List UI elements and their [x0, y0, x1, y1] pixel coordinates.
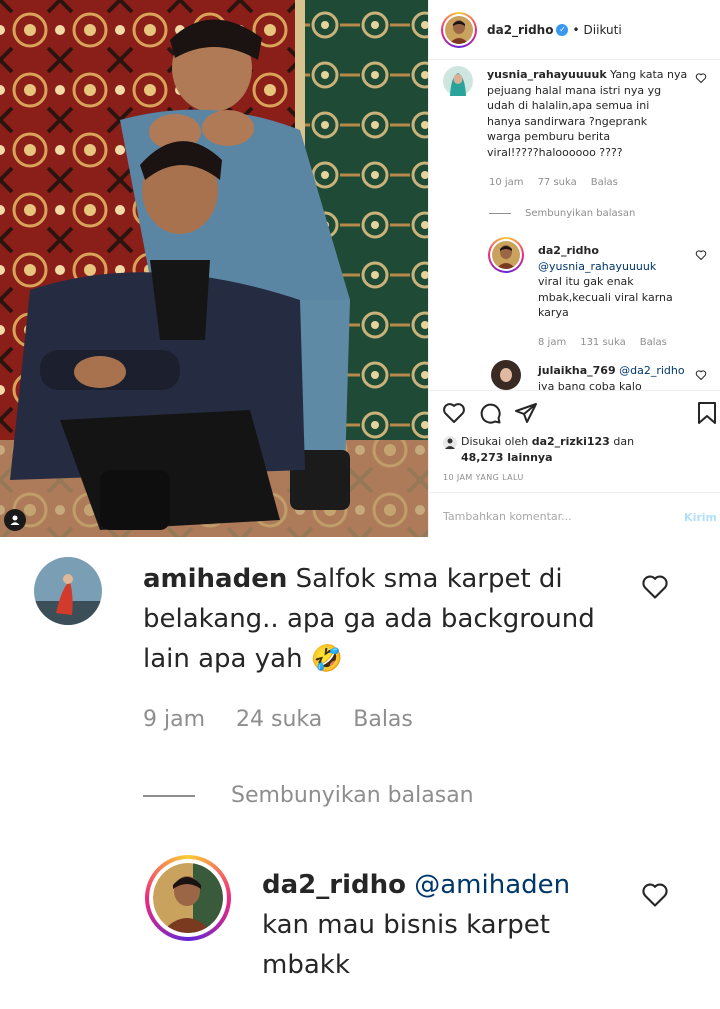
heart-icon[interactable]: [641, 573, 669, 601]
reply-meta: 8 jam 131 suka Balas: [538, 337, 681, 348]
comment-line: warga pemburu berita: [487, 130, 611, 143]
comment-line: Yang kata nya: [610, 68, 688, 81]
avatar[interactable]: [34, 557, 102, 625]
likes-prefix: Disukai oleh: [461, 435, 529, 448]
reply-line: viral itu gak enak: [538, 275, 634, 288]
comment-time: 10 jam: [489, 177, 524, 188]
avatar[interactable]: [443, 66, 473, 96]
bookmark-icon[interactable]: [696, 401, 718, 425]
likes-user[interactable]: da2_rizki123: [532, 435, 610, 448]
reply-time: 8 jam: [538, 337, 567, 348]
post-actions: Disukai oleh da2_rizki123 dan 48,273 lai…: [429, 390, 720, 500]
comment-line: pejuang halal mana istri nya yg: [487, 83, 662, 97]
comment-text: yusnia_rahayuuuuk Yang kata nya pejuang …: [487, 67, 697, 160]
post-photo[interactable]: [0, 0, 428, 537]
avatar: [443, 436, 457, 450]
heart-icon[interactable]: [695, 249, 707, 261]
reply-username[interactable]: da2_ridho: [262, 870, 406, 900]
comment-text: amihaden Salfok sma karpet di belakang..…: [143, 559, 623, 679]
post-comment-button[interactable]: Kirim: [684, 511, 717, 524]
comment-likes[interactable]: 77 suka: [538, 177, 577, 188]
add-comment-bar: Kirim: [429, 492, 720, 537]
reply-mention[interactable]: @da2_ridho: [619, 364, 684, 377]
hide-replies-button[interactable]: Sembunyikan balasan: [143, 783, 474, 808]
comment-line: hanya sandirwara ?ngeprank: [487, 114, 648, 128]
verified-icon: ✓: [556, 23, 569, 36]
share-icon[interactable]: [514, 401, 538, 425]
comment-line: udah di halalin,apa semua ini: [487, 99, 650, 112]
reply-mention[interactable]: @yusnia_rahayuuuuk: [538, 260, 656, 273]
likes-summary: Disukai oleh da2_rizki123 dan 48,273 lai…: [443, 434, 693, 466]
reply-line: karya: [538, 306, 569, 319]
reply-text: da2_ridho @amihaden kan mau bisnis karpe…: [262, 865, 622, 985]
reply-text: da2_ridho @yusnia_rahayuuuuk viral itu g…: [538, 243, 698, 321]
heart-icon[interactable]: [641, 881, 669, 909]
comment-line: viral!????haloooooo ????: [487, 145, 623, 159]
avatar[interactable]: [145, 855, 231, 941]
zoomed-comment-section: amihaden Salfok sma karpet di belakang..…: [0, 537, 720, 1009]
heart-icon[interactable]: [695, 72, 707, 84]
reply-username[interactable]: da2_ridho: [538, 244, 599, 257]
reply-line: mbakk: [262, 950, 350, 980]
avatar[interactable]: [491, 360, 521, 390]
reply-mention[interactable]: @amihaden: [414, 870, 570, 900]
post-header: da2_ridho ✓ • Diikuti: [429, 0, 720, 60]
post-side-panel: da2_ridho ✓ • Diikuti yusnia_rahayuuuuk …: [428, 0, 720, 537]
post-photo-image: [0, 0, 428, 537]
likes-count[interactable]: 48,273 lainnya: [461, 451, 553, 464]
reply-line: mbak,kecuali viral karna: [538, 290, 673, 304]
comment-icon[interactable]: [478, 401, 502, 425]
comments-list: yusnia_rahayuuuuk Yang kata nya pejuang …: [429, 60, 720, 390]
separator-dot: •: [572, 22, 580, 37]
heart-icon[interactable]: [695, 369, 707, 381]
comment-meta: 10 jam 77 suka Balas: [489, 177, 632, 188]
reply-likes[interactable]: 131 suka: [580, 337, 626, 348]
follow-status-button[interactable]: Diikuti: [584, 23, 622, 37]
hide-replies-button[interactable]: Sembunyikan balasan: [489, 208, 649, 219]
emoji: 🤣: [310, 644, 344, 674]
reply-button[interactable]: Balas: [640, 337, 667, 348]
heart-icon[interactable]: [442, 401, 466, 425]
reply-text: julaikha_769 @da2_ridho iya bang coba ka…: [538, 363, 708, 390]
comment-likes[interactable]: 24 suka: [236, 707, 322, 732]
user-tag-icon[interactable]: [4, 509, 26, 531]
reply-button[interactable]: Balas: [591, 177, 618, 188]
comment-input[interactable]: [443, 507, 663, 525]
comment-line: lain apa yah: [143, 644, 303, 674]
comment-line: belakang.. apa ga ada background: [143, 604, 595, 634]
reply-username[interactable]: julaikha_769: [538, 364, 616, 377]
post-time[interactable]: 10 JAM YANG LALU: [443, 473, 524, 482]
header-username[interactable]: da2_ridho: [487, 23, 553, 37]
reply-line: iya bang coba kalo: [538, 379, 642, 391]
reply-line: kan mau bisnis karpet: [262, 910, 550, 940]
hide-replies-label: Sembunyikan balasan: [525, 208, 636, 219]
likes-mid: dan: [613, 435, 635, 448]
comment-username[interactable]: amihaden: [143, 564, 287, 594]
hide-replies-label: Sembunyikan balasan: [231, 783, 474, 808]
comment-time: 9 jam: [143, 707, 206, 732]
reply-button[interactable]: Balas: [353, 707, 413, 732]
comment-line: Salfok sma karpet di: [295, 564, 563, 594]
avatar[interactable]: [441, 11, 477, 48]
instagram-post: da2_ridho ✓ • Diikuti yusnia_rahayuuuuk …: [0, 0, 720, 537]
avatar[interactable]: [488, 237, 524, 273]
comment-username[interactable]: yusnia_rahayuuuuk: [487, 68, 607, 81]
comment-meta: 9 jam 24 suka Balas: [143, 707, 413, 732]
